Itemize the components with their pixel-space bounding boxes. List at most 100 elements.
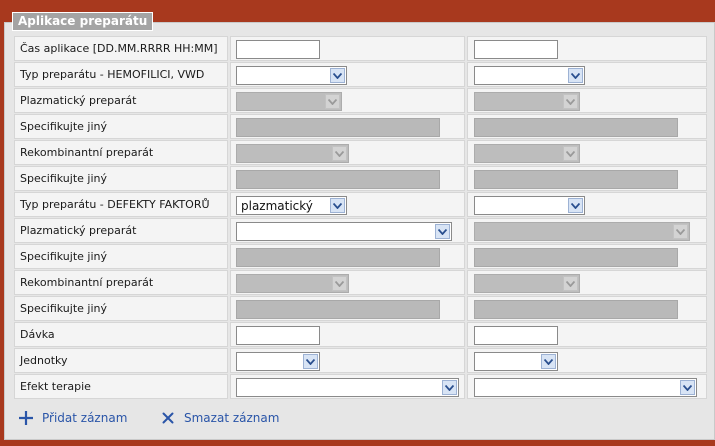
text-input[interactable]: [236, 40, 320, 59]
entry-1-cell: plazmatický: [230, 192, 465, 217]
field-label: Rekombinantní preparát: [20, 146, 154, 159]
entry-2-cell: [467, 374, 707, 399]
row-label-cell: Specifikujte jiný: [14, 244, 228, 269]
entry-2-cell: [467, 348, 707, 373]
field-label: Plazmatický preparát: [20, 224, 137, 237]
form-row: Specifikujte jiný: [14, 166, 707, 192]
entry-2-cell: [467, 192, 707, 217]
field-label: Specifikujte jiný: [20, 250, 107, 263]
dropdown-select[interactable]: [474, 66, 585, 85]
field-label: Jednotky: [20, 354, 68, 367]
text-input-disabled: [474, 170, 678, 189]
dropdown-select-disabled: [474, 92, 580, 111]
entry-1-cell: [230, 270, 465, 295]
dropdown-select[interactable]: [474, 196, 585, 215]
row-label-cell: Rekombinantní preparát: [14, 270, 228, 295]
field-label: Specifikujte jiný: [20, 302, 107, 315]
form-row: Dávka: [14, 322, 707, 348]
text-input-disabled: [236, 300, 440, 319]
entry-1-cell: [230, 348, 465, 373]
entry-1-cell: [230, 62, 465, 87]
field-label: Typ preparátu - DEFEKTY FAKTORŮ: [20, 198, 210, 211]
text-input[interactable]: [236, 326, 320, 345]
chevron-down-icon: [332, 276, 347, 291]
dropdown-select-disabled: [474, 222, 690, 241]
form-row: Specifikujte jiný: [14, 114, 707, 140]
form-row: Čas aplikace [DD.MM.RRRR HH:MM]: [14, 36, 707, 62]
field-label: Dávka: [20, 328, 55, 341]
entry-2-cell: [467, 36, 707, 61]
entry-1-cell: [230, 166, 465, 191]
entry-2-cell: [467, 218, 707, 243]
entry-1-cell: [230, 322, 465, 347]
entry-1-cell: [230, 296, 465, 321]
chevron-down-icon: [332, 146, 347, 161]
field-label: Rekombinantní preparát: [20, 276, 154, 289]
delete-record-label: Smazat záznam: [184, 411, 280, 425]
chevron-down-icon: [563, 146, 578, 161]
form-row: Plazmatický preparát: [14, 218, 707, 244]
row-label-cell: Plazmatický preparát: [14, 88, 228, 113]
form-row: Specifikujte jiný: [14, 296, 707, 322]
row-label-cell: Typ preparátu - DEFEKTY FAKTORŮ: [14, 192, 228, 217]
form-row: Rekombinantní preparát: [14, 270, 707, 296]
dropdown-select[interactable]: plazmatický: [236, 196, 347, 215]
add-record-label: Přidat záznam: [42, 411, 128, 425]
chevron-down-icon[interactable]: [330, 198, 345, 213]
text-input[interactable]: [474, 326, 558, 345]
field-label: Specifikujte jiný: [20, 172, 107, 185]
chevron-down-icon[interactable]: [541, 354, 556, 369]
row-label-cell: Plazmatický preparát: [14, 218, 228, 243]
form-row: Plazmatický preparát: [14, 88, 707, 114]
row-label-cell: Specifikujte jiný: [14, 296, 228, 321]
dropdown-select-disabled: [236, 274, 349, 293]
entry-2-cell: [467, 322, 707, 347]
delete-record-button[interactable]: Smazat záznam: [160, 409, 279, 427]
row-label-cell: Specifikujte jiný: [14, 114, 228, 139]
row-label-cell: Jednotky: [14, 348, 228, 373]
chevron-down-icon: [563, 94, 578, 109]
text-input-disabled: [474, 300, 678, 319]
row-label-cell: Efekt terapie: [14, 374, 228, 399]
text-input-disabled: [236, 118, 440, 137]
text-input[interactable]: [474, 40, 558, 59]
entry-1-cell: [230, 244, 465, 269]
text-input-disabled: [474, 118, 678, 137]
entry-1-cell: [230, 374, 465, 399]
entry-2-cell: [467, 270, 707, 295]
chevron-down-icon[interactable]: [303, 354, 318, 369]
chevron-down-icon[interactable]: [442, 380, 457, 395]
entry-1-cell: [230, 218, 465, 243]
entry-1-cell: [230, 114, 465, 139]
chevron-down-icon[interactable]: [568, 198, 583, 213]
row-label-cell: Dávka: [14, 322, 228, 347]
entry-1-cell: [230, 140, 465, 165]
add-record-button[interactable]: Přidat záznam: [18, 409, 127, 427]
dropdown-select[interactable]: [474, 352, 558, 371]
form-row: Jednotky: [14, 348, 707, 374]
entry-2-cell: [467, 244, 707, 269]
chevron-down-icon[interactable]: [568, 68, 583, 83]
chevron-down-icon[interactable]: [680, 380, 695, 395]
row-label-cell: Typ preparátu - HEMOFILICI, VWD: [14, 62, 228, 87]
close-icon: [160, 410, 176, 426]
dropdown-select[interactable]: [236, 378, 459, 397]
dropdown-select-disabled: [474, 144, 580, 163]
chevron-down-icon[interactable]: [330, 68, 345, 83]
field-label: Plazmatický preparát: [20, 94, 137, 107]
form-row: Specifikujte jiný: [14, 244, 707, 270]
dropdown-select[interactable]: [236, 222, 452, 241]
chevron-down-icon: [673, 224, 688, 239]
field-label: Specifikujte jiný: [20, 120, 107, 133]
dropdown-select-disabled: [474, 274, 580, 293]
selected-value: plazmatický: [241, 199, 313, 213]
dropdown-select[interactable]: [236, 66, 347, 85]
chevron-down-icon: [325, 94, 340, 109]
plus-icon: [18, 410, 34, 426]
entry-2-cell: [467, 140, 707, 165]
text-input-disabled: [236, 248, 440, 267]
chevron-down-icon[interactable]: [435, 224, 450, 239]
dropdown-select[interactable]: [474, 378, 697, 397]
form-row: Typ preparátu - HEMOFILICI, VWD: [14, 62, 707, 88]
dropdown-select[interactable]: [236, 352, 320, 371]
